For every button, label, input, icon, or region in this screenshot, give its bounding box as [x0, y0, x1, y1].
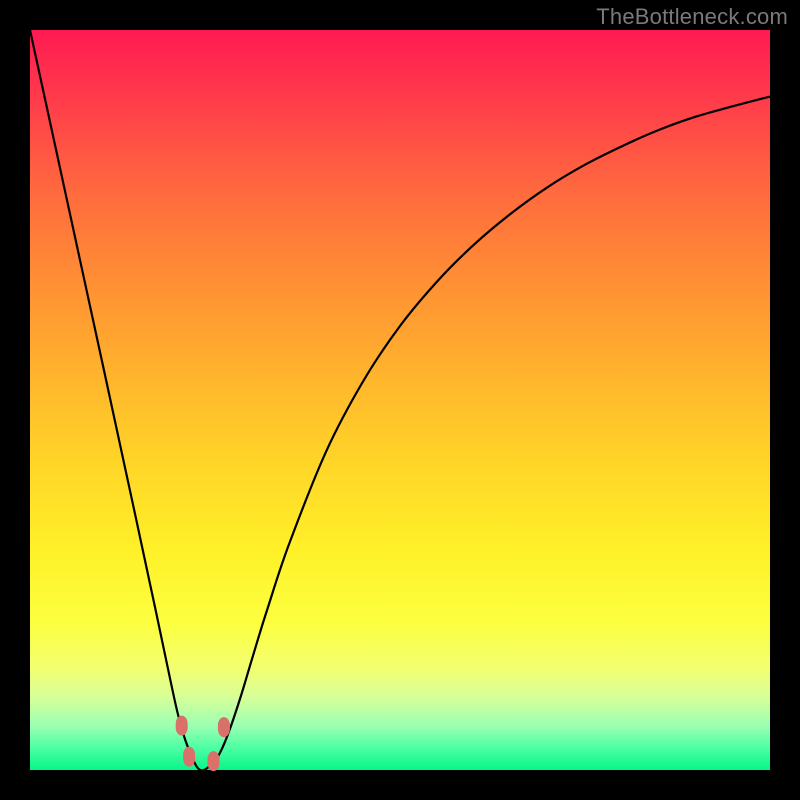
curve-marker — [208, 751, 220, 771]
bottleneck-chart — [30, 30, 770, 770]
bottleneck-curve-path — [30, 30, 770, 770]
chart-frame: TheBottleneck.com — [0, 0, 800, 800]
watermark-text: TheBottleneck.com — [596, 4, 788, 30]
curve-marker — [176, 716, 188, 736]
curve-marker — [183, 747, 195, 767]
curve-marker — [218, 717, 230, 737]
curve-svg — [30, 30, 770, 770]
curve-markers — [176, 716, 230, 772]
